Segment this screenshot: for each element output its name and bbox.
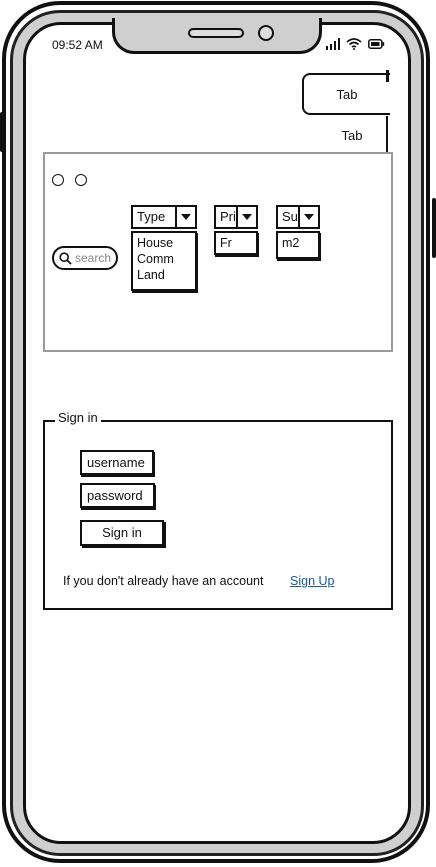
tab-1-edge	[386, 70, 389, 82]
speaker-icon	[188, 28, 244, 38]
signal-icon	[326, 38, 340, 50]
type-dropdown[interactable]: Type	[131, 205, 197, 229]
price-dropdown-list: Fr	[214, 231, 258, 255]
radio-option-1[interactable]	[52, 174, 64, 186]
search-input[interactable]: search	[52, 246, 118, 270]
surface-option-m2[interactable]: m2	[282, 235, 318, 251]
price-dropdown[interactable]: Pri	[214, 205, 258, 229]
type-dropdown-list: House Comm Land	[131, 231, 197, 291]
tab-2[interactable]: Tab	[318, 116, 388, 154]
price-option-fr[interactable]: Fr	[220, 235, 256, 251]
surface-dropdown-list: m2	[276, 231, 320, 259]
chevron-down-icon[interactable]	[236, 207, 256, 227]
camera-icon	[258, 25, 274, 41]
battery-icon	[368, 39, 385, 49]
signup-link[interactable]: Sign Up	[290, 574, 334, 588]
password-field[interactable]: password	[80, 483, 155, 508]
status-icons	[326, 36, 385, 52]
search-placeholder: search	[75, 251, 112, 265]
type-option-land[interactable]: Land	[137, 267, 195, 283]
tab-1[interactable]: Tab	[302, 73, 390, 115]
surface-dropdown[interactable]: Sur	[276, 205, 320, 229]
type-option-comm[interactable]: Comm	[137, 251, 195, 267]
radio-option-2[interactable]	[75, 174, 87, 186]
side-button-right	[432, 198, 436, 258]
side-button-left	[0, 112, 4, 152]
type-dropdown-label: Type	[137, 209, 166, 224]
price-dropdown-label: Pri	[220, 209, 236, 224]
username-field[interactable]: username	[80, 450, 154, 475]
signin-legend: Sign in	[55, 410, 101, 425]
signin-button[interactable]: Sign in	[80, 520, 164, 546]
search-icon	[59, 251, 72, 265]
chevron-down-icon[interactable]	[175, 207, 195, 227]
type-option-house[interactable]: House	[137, 235, 195, 251]
status-time: 09:52 AM	[52, 38, 103, 52]
account-prompt: If you don't already have an account	[63, 574, 264, 588]
surface-dropdown-label: Sur	[282, 209, 298, 224]
wifi-icon	[346, 38, 362, 50]
chevron-down-icon[interactable]	[298, 207, 318, 227]
